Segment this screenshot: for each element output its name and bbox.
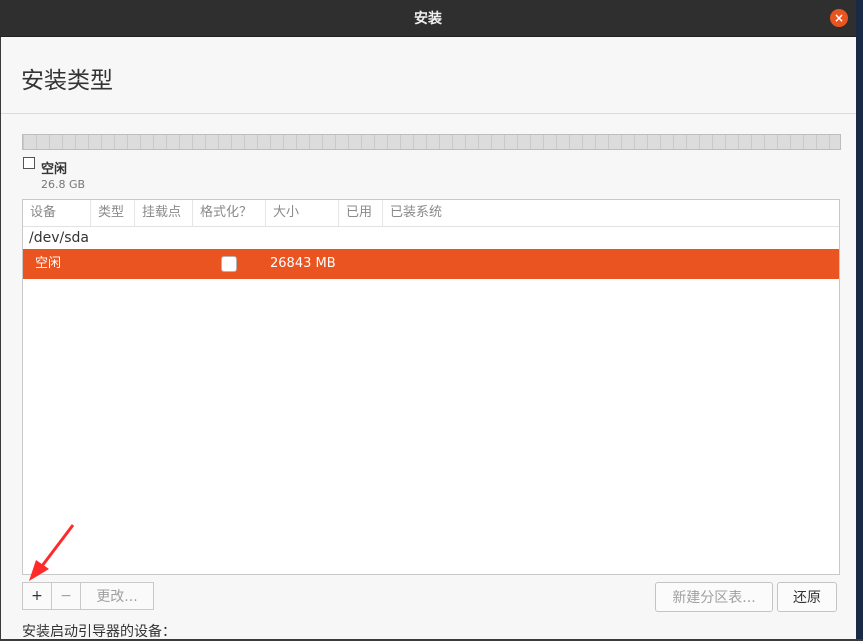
format-checkbox[interactable] [221, 256, 237, 272]
change-partition-button[interactable]: 更改... [80, 582, 154, 610]
column-header-type[interactable]: 类型 [91, 200, 135, 226]
legend-label: 空闲 [41, 162, 68, 177]
legend-size: 26.8 GB [41, 178, 86, 191]
page-title: 安装类型 [21, 68, 113, 94]
remove-partition-button[interactable]: − [51, 582, 81, 610]
desktop-edge [856, 0, 863, 639]
bootloader-label: 安装启动引导器的设备： [22, 624, 176, 640]
disk-usage-bar [22, 134, 841, 150]
installer-content: 安装类型 空闲 26.8 GB 设备 类型 挂载点 格式化？ 大小 已用 已装系… [1, 37, 856, 640]
table-row[interactable]: 空闲 26843 MB [23, 249, 839, 279]
column-header-used[interactable]: 已用 [339, 200, 383, 226]
window-titlebar: 安装 × [0, 0, 856, 37]
device-row[interactable]: /dev/sda [23, 227, 839, 249]
header-divider [1, 113, 856, 114]
window-title: 安装 [414, 11, 442, 27]
add-partition-button[interactable]: + [22, 582, 52, 610]
row-size-cell: 26843 MB [270, 256, 336, 271]
column-header-system[interactable]: 已装系统 [383, 200, 483, 226]
column-header-device[interactable]: 设备 [23, 200, 91, 226]
column-header-mount[interactable]: 挂载点 [135, 200, 193, 226]
row-device-cell: 空闲 [35, 256, 62, 271]
annotation-arrow-icon [29, 524, 75, 581]
table-header: 设备 类型 挂载点 格式化？ 大小 已用 已装系统 [23, 200, 839, 227]
free-space-swatch [23, 157, 35, 169]
new-partition-table-button[interactable]: 新建分区表... [655, 582, 773, 612]
partition-table[interactable]: 设备 类型 挂载点 格式化？ 大小 已用 已装系统 /dev/sda 空闲 26… [22, 199, 840, 575]
column-header-size[interactable]: 大小 [266, 200, 339, 226]
close-icon[interactable]: × [830, 9, 848, 27]
revert-button[interactable]: 还原 [777, 582, 837, 612]
column-header-format[interactable]: 格式化？ [193, 200, 266, 226]
